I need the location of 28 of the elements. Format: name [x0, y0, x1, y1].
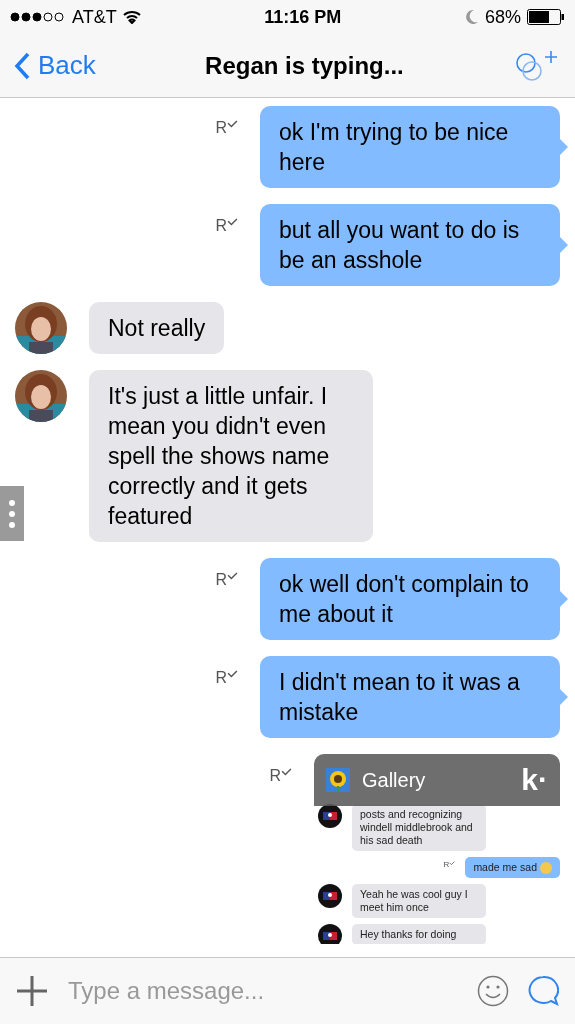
chat-title: Regan is typing...: [205, 51, 404, 80]
moon-icon: [464, 9, 479, 25]
back-button[interactable]: Back: [14, 50, 96, 81]
bubble-tail: [560, 591, 568, 607]
side-handle[interactable]: [0, 486, 24, 541]
message-bubble: made me sad: [465, 857, 560, 878]
battery-percent: 68%: [484, 6, 521, 28]
emoji-icon[interactable]: [477, 975, 509, 1007]
gallery-label: Gallery: [362, 768, 427, 792]
message-bubble: It's just a little unfair. I mean you didn't even spell the shows name correctly and it gets featured: [89, 370, 373, 542]
add-icon[interactable]: [16, 975, 48, 1007]
battery-icon: [527, 9, 565, 25]
bubble-tail: [560, 139, 568, 155]
app-logo: k·: [521, 763, 548, 797]
wifi-icon: [122, 10, 141, 24]
carrier-name: AT&T: [72, 6, 117, 28]
status-time: 11:16 PM: [264, 6, 342, 28]
message-bubble: Not really: [89, 302, 225, 354]
flower-icon: [326, 768, 350, 792]
signal-icon: [10, 12, 66, 22]
message-bubble: Yeah he was cool guy I meet him once: [352, 884, 486, 918]
message-bubble: Hey thanks for doing: [352, 924, 486, 944]
back-chevron-icon: [14, 51, 30, 80]
send-icon[interactable]: [527, 975, 559, 1007]
bubble-tail: [560, 237, 568, 253]
emoji-icon: [540, 861, 552, 874]
bubble-tail: [560, 689, 568, 705]
message-bubble: posts and recognizing windell middlebrook and his sad death: [352, 804, 486, 851]
